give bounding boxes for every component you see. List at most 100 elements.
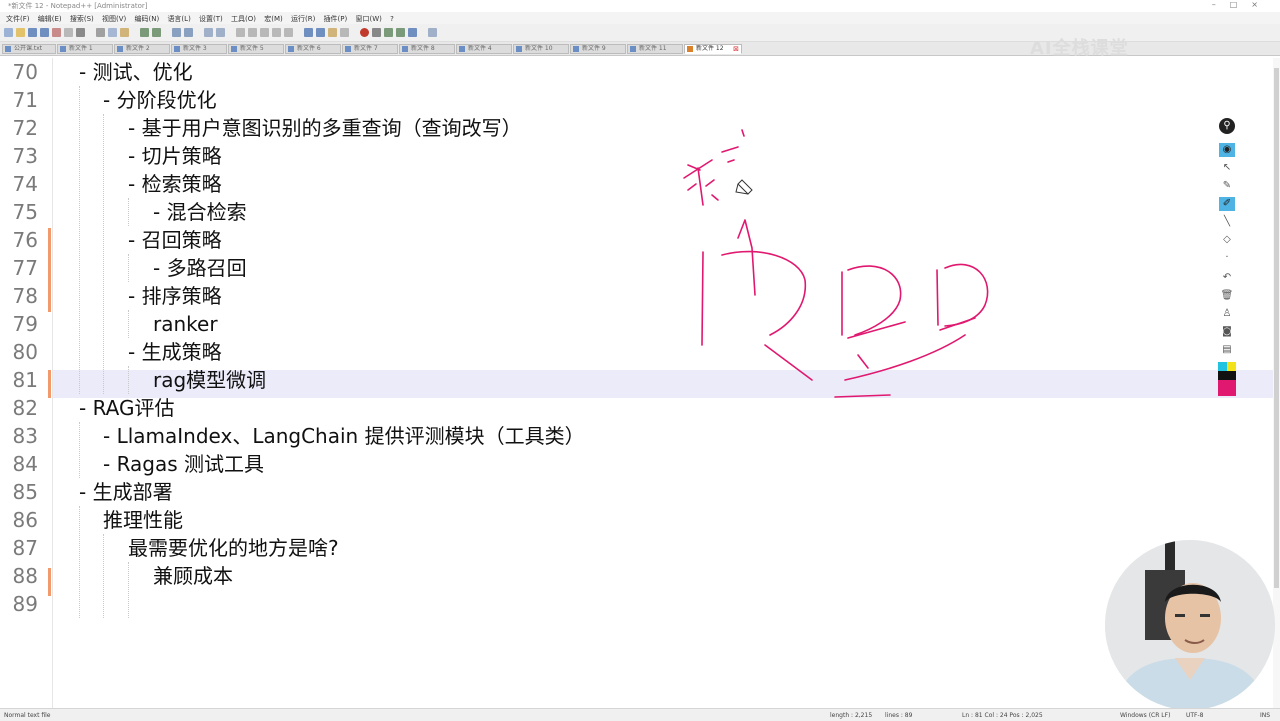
spell-check-icon[interactable]	[428, 28, 437, 37]
menu-language[interactable]: 语言(L)	[167, 14, 190, 24]
eye-icon[interactable]: ◉	[1219, 143, 1235, 157]
color-yellow-swatch[interactable]	[1227, 362, 1236, 371]
print-icon[interactable]	[76, 28, 85, 37]
indent-guide	[128, 562, 129, 618]
maximize-button[interactable]: □	[1230, 0, 1252, 9]
tab-file[interactable]: 新文件 4	[456, 44, 512, 54]
window-controls[interactable]: –□×	[1212, 0, 1272, 9]
tab-file[interactable]: 新文件 1	[57, 44, 113, 54]
indent-guide-icon[interactable]	[284, 28, 293, 37]
save-macro-icon[interactable]	[408, 28, 417, 37]
indent-guide	[103, 114, 104, 394]
menu-tools[interactable]: 工具(O)	[231, 14, 256, 24]
undo-icon[interactable]: ↶	[1219, 271, 1235, 285]
code-line: - LlamaIndex、LangChain 提供评测模块（工具类）	[103, 424, 585, 448]
doc-map-icon[interactable]	[304, 28, 313, 37]
line-icon[interactable]: ╲	[1219, 215, 1235, 229]
redo-icon[interactable]	[152, 28, 161, 37]
cut-icon[interactable]	[96, 28, 105, 37]
stamp-icon[interactable]: ♙	[1219, 307, 1235, 321]
menu-view[interactable]: 视图(V)	[102, 14, 126, 24]
code-line-current: rag模型微调	[153, 368, 267, 392]
open-file-icon[interactable]	[16, 28, 25, 37]
file-type-status: Normal text file	[4, 712, 51, 719]
color-cyan-swatch[interactable]	[1218, 362, 1227, 371]
line-number: 81	[12, 368, 38, 392]
pin-icon[interactable]: ⚲	[1219, 118, 1235, 134]
clipboard-icon[interactable]: ▤	[1219, 343, 1235, 357]
presenter-webcam	[1105, 540, 1275, 710]
function-list-icon[interactable]	[316, 28, 325, 37]
menu-search[interactable]: 搜索(S)	[70, 14, 94, 24]
close-window-button[interactable]: ×	[1251, 0, 1272, 9]
sync-horizontal-icon[interactable]	[248, 28, 257, 37]
undo-tool-icon[interactable]	[140, 28, 149, 37]
tab-label: 新文件 12	[696, 45, 724, 52]
menu-settings[interactable]: 设置(T)	[199, 14, 223, 24]
tab-file-active[interactable]: 新文件 12 ⊠	[684, 44, 742, 54]
trash-icon[interactable]: 🗑	[1219, 289, 1235, 303]
sync-vertical-icon[interactable]	[236, 28, 245, 37]
zoom-in-icon[interactable]	[204, 28, 213, 37]
pointer-icon[interactable]: ↖	[1219, 161, 1235, 175]
tab-label: 新文件 6	[297, 45, 321, 52]
menu-run[interactable]: 运行(R)	[291, 14, 315, 24]
highlighter-icon[interactable]: ✐	[1219, 197, 1235, 211]
show-all-chars-icon[interactable]	[272, 28, 281, 37]
indent-guide	[128, 254, 129, 282]
folder-workspace-icon[interactable]	[328, 28, 337, 37]
tab-file[interactable]: 公开课.txt	[2, 44, 56, 54]
save-all-icon[interactable]	[40, 28, 49, 37]
minimize-button[interactable]: –	[1212, 0, 1230, 9]
vertical-scrollbar[interactable]	[1273, 58, 1280, 708]
close-file-icon[interactable]	[52, 28, 61, 37]
menu-window[interactable]: 窗口(W)	[355, 14, 381, 24]
tab-file[interactable]: 新文件 2	[114, 44, 170, 54]
menu-edit[interactable]: 编辑(E)	[38, 14, 62, 24]
find-icon[interactable]	[172, 28, 181, 37]
text-editor[interactable]: - 测试、优化 - 分阶段优化 - 基于用户意图识别的多重查询（查询改写） - …	[53, 58, 1273, 708]
tab-file[interactable]: 新文件 7	[342, 44, 398, 54]
replace-icon[interactable]	[184, 28, 193, 37]
play-macro-icon[interactable]	[384, 28, 393, 37]
play-multiple-icon[interactable]	[396, 28, 405, 37]
insert-mode-status[interactable]: INS	[1260, 712, 1270, 719]
pen-icon[interactable]: ✎	[1219, 179, 1235, 193]
copy-icon[interactable]	[108, 28, 117, 37]
menu-encoding[interactable]: 编码(N)	[135, 14, 160, 24]
scrollbar-thumb[interactable]	[1274, 68, 1279, 588]
record-macro-icon[interactable]	[360, 28, 369, 37]
line-number: 74	[12, 172, 38, 196]
close-all-icon[interactable]	[64, 28, 73, 37]
stop-macro-icon[interactable]	[372, 28, 381, 37]
tab-label: 新文件 3	[183, 45, 207, 52]
word-wrap-icon[interactable]	[260, 28, 269, 37]
menu-file[interactable]: 文件(F)	[6, 14, 30, 24]
color-black-swatch[interactable]	[1218, 371, 1236, 380]
tab-file[interactable]: 新文件 3	[171, 44, 227, 54]
save-icon[interactable]	[28, 28, 37, 37]
tab-file[interactable]: 新文件 6	[285, 44, 341, 54]
encoding-status[interactable]: UTF-8	[1186, 712, 1204, 719]
tab-label: 新文件 4	[468, 45, 492, 52]
new-file-icon[interactable]	[4, 28, 13, 37]
menu-help[interactable]: ?	[390, 15, 394, 23]
eraser-icon[interactable]: ◇	[1219, 233, 1235, 247]
line-number: 89	[12, 592, 38, 616]
color-magenta-swatch[interactable]	[1218, 380, 1236, 396]
camera-icon[interactable]: ◙	[1219, 325, 1235, 339]
tab-file[interactable]: 新文件 10	[513, 44, 569, 54]
dot-icon[interactable]: ·	[1219, 251, 1235, 265]
menu-plugins[interactable]: 插件(P)	[324, 14, 348, 24]
tab-file[interactable]: 新文件 11	[627, 44, 683, 54]
tab-file[interactable]: 新文件 5	[228, 44, 284, 54]
tab-file[interactable]: 新文件 8	[399, 44, 455, 54]
close-tab-icon[interactable]: ⊠	[733, 45, 739, 53]
zoom-out-icon[interactable]	[216, 28, 225, 37]
tab-file[interactable]: 新文件 9	[570, 44, 626, 54]
paste-icon[interactable]	[120, 28, 129, 37]
eol-status[interactable]: Windows (CR LF)	[1120, 712, 1170, 719]
menu-macro[interactable]: 宏(M)	[264, 14, 283, 24]
code-line: 最需要优化的地方是啥?	[128, 536, 339, 560]
monitoring-icon[interactable]	[340, 28, 349, 37]
